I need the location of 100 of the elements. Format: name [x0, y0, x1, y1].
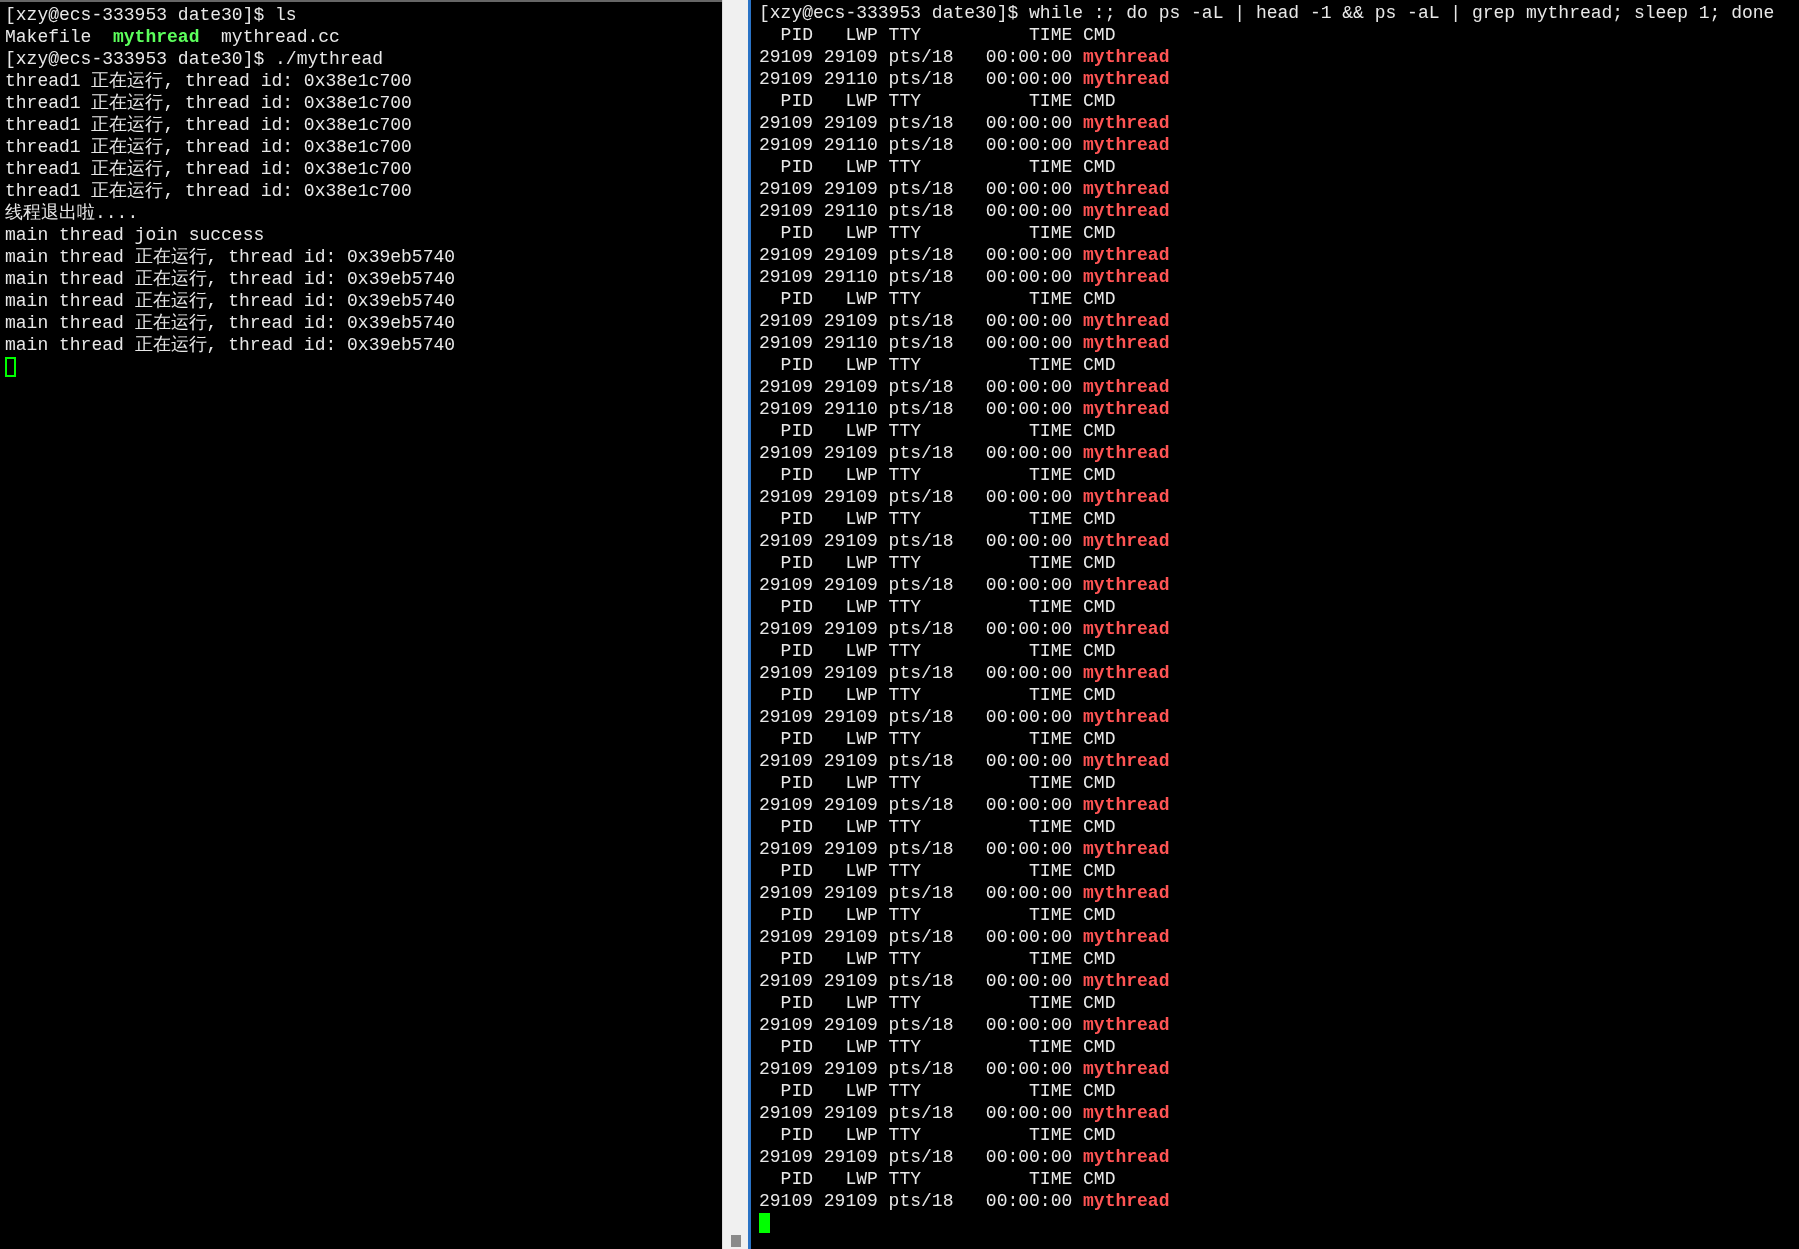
- terminal-text: PID LWP TTY TIME CMD: [779, 288, 1116, 310]
- terminal-text: 29109 29109 pts/18 00:00:00: [759, 970, 1074, 992]
- scrollbar-thumb[interactable]: [730, 1235, 741, 1247]
- process-name: mythread: [1083, 1190, 1170, 1212]
- terminal-text: 29109 29109 pts/18 00:00:00: [759, 310, 1074, 332]
- process-name: mythread: [1083, 244, 1170, 266]
- terminal-text: 29109 29109 pts/18 00:00:00: [759, 882, 1074, 904]
- terminal-text: thread1 正在运行, thread id: 0x38e1c700: [5, 92, 412, 114]
- terminal-text: 29109 29109 pts/18 00:00:00: [759, 46, 1074, 68]
- terminal-text: PID LWP TTY TIME CMD: [779, 596, 1116, 618]
- terminal-text: thread1 正在运行, thread id: 0x38e1c700: [5, 70, 412, 92]
- terminal-text: 29109 29110 pts/18 00:00:00: [759, 68, 1074, 90]
- process-name: mythread: [1083, 926, 1170, 948]
- terminal-text: PID LWP TTY TIME CMD: [779, 640, 1116, 662]
- terminal-text: 29109 29110 pts/18 00:00:00: [759, 134, 1074, 156]
- process-name: mythread: [1083, 332, 1170, 354]
- terminal-text: thread1 正在运行, thread id: 0x38e1c700: [5, 180, 412, 202]
- terminal-text: 29109 29109 pts/18 00:00:00: [759, 618, 1074, 640]
- process-name: mythread: [1083, 882, 1170, 904]
- process-name: mythread: [1083, 530, 1170, 552]
- terminal-text: PID LWP TTY TIME CMD: [779, 684, 1116, 706]
- terminal-text: 29109 29109 pts/18 00:00:00: [759, 574, 1074, 596]
- terminal-text: 29109 29109 pts/18 00:00:00: [759, 1058, 1074, 1080]
- process-name: mythread: [1083, 794, 1170, 816]
- scrollbar[interactable]: [722, 0, 748, 1249]
- terminal-text: PID LWP TTY TIME CMD: [779, 1168, 1116, 1190]
- terminal-text: 29109 29109 pts/18 00:00:00: [759, 838, 1074, 860]
- process-name: mythread: [1083, 706, 1170, 728]
- terminal-text: Makefile: [5, 26, 92, 48]
- process-name: mythread: [1083, 398, 1170, 420]
- terminal-text: main thread 正在运行, thread id: 0x39eb5740: [5, 268, 456, 290]
- terminal-text: 29109 29109 pts/18 00:00:00: [759, 750, 1074, 772]
- terminal-text: PID LWP TTY TIME CMD: [779, 904, 1116, 926]
- terminal-text: thread1 正在运行, thread id: 0x38e1c700: [5, 136, 412, 158]
- terminal-text: 29109 29110 pts/18 00:00:00: [759, 266, 1074, 288]
- terminal-text: 29109 29109 pts/18 00:00:00: [759, 112, 1074, 134]
- process-name: mythread: [1083, 662, 1170, 684]
- terminal-text: 29109 29109 pts/18 00:00:00: [759, 442, 1074, 464]
- terminal-text: main thread 正在运行, thread id: 0x39eb5740: [5, 312, 456, 334]
- process-name: mythread: [1083, 1102, 1170, 1124]
- terminal-text: [xzy@ecs-333953 date30]$ ls: [5, 4, 297, 26]
- process-name: mythread: [1083, 618, 1170, 640]
- terminal-text: 29109 29109 pts/18 00:00:00: [759, 1014, 1074, 1036]
- terminal-text: PID LWP TTY TIME CMD: [779, 464, 1116, 486]
- terminal-text: 29109 29109 pts/18 00:00:00: [759, 486, 1074, 508]
- terminal-text: PID LWP TTY TIME CMD: [779, 1080, 1116, 1102]
- process-name: mythread: [1083, 68, 1170, 90]
- terminal-text: main thread 正在运行, thread id: 0x39eb5740: [5, 334, 456, 356]
- process-name: mythread: [1083, 1146, 1170, 1168]
- terminal-text: PID LWP TTY TIME CMD: [779, 90, 1116, 112]
- process-name: mythread: [1083, 1014, 1170, 1036]
- process-name: mythread: [1083, 46, 1170, 68]
- terminal-text: 29109 29109 pts/18 00:00:00: [759, 1146, 1074, 1168]
- terminal-text: thread1 正在运行, thread id: 0x38e1c700: [5, 158, 412, 180]
- terminal-text: 29109 29110 pts/18 00:00:00: [759, 200, 1074, 222]
- terminal-text: PID LWP TTY TIME CMD: [779, 222, 1116, 244]
- terminal-text: [xzy@ecs-333953 date30]$ ./mythread: [5, 48, 384, 70]
- terminal-text: main thread 正在运行, thread id: 0x39eb5740: [5, 290, 456, 312]
- terminal-text: 29109 29109 pts/18 00:00:00: [759, 178, 1074, 200]
- process-name: mythread: [1083, 112, 1170, 134]
- process-name: mythread: [1083, 442, 1170, 464]
- terminal-text: 29109 29109 pts/18 00:00:00: [759, 1190, 1074, 1212]
- terminal-text: PID LWP TTY TIME CMD: [779, 552, 1116, 574]
- terminal-text: PID LWP TTY TIME CMD: [779, 992, 1116, 1014]
- terminal-text: thread1 正在运行, thread id: 0x38e1c700: [5, 114, 412, 136]
- process-name: mythread: [1083, 266, 1170, 288]
- process-name: mythread: [1083, 376, 1170, 398]
- terminal-text: 29109 29109 pts/18 00:00:00: [759, 376, 1074, 398]
- terminal-text: PID LWP TTY TIME CMD: [779, 1124, 1116, 1146]
- process-name: mythread: [1083, 574, 1170, 596]
- terminal-text: 线程退出啦....: [5, 202, 139, 224]
- process-name: mythread: [1083, 134, 1170, 156]
- terminal-text: 29109 29109 pts/18 00:00:00: [759, 1102, 1074, 1124]
- terminal-text: PID LWP TTY TIME CMD: [779, 24, 1116, 46]
- terminal-text: PID LWP TTY TIME CMD: [779, 816, 1116, 838]
- process-name: mythread: [1083, 750, 1170, 772]
- terminal-text: PID LWP TTY TIME CMD: [779, 772, 1116, 794]
- terminal-text: mythread.cc: [221, 26, 340, 48]
- terminal-text: PID LWP TTY TIME CMD: [779, 420, 1116, 442]
- terminal-text: 29109 29110 pts/18 00:00:00: [759, 398, 1074, 420]
- terminal-text: 29109 29109 pts/18 00:00:00: [759, 926, 1074, 948]
- terminal-text: 29109 29109 pts/18 00:00:00: [759, 706, 1074, 728]
- terminal-text: 29109 29109 pts/18 00:00:00: [759, 530, 1074, 552]
- terminal-text: 29109 29109 pts/18 00:00:00: [759, 662, 1074, 684]
- process-name: mythread: [1083, 310, 1170, 332]
- terminal-text: PID LWP TTY TIME CMD: [779, 156, 1116, 178]
- process-name: mythread: [1083, 178, 1170, 200]
- terminal-text: PID LWP TTY TIME CMD: [779, 1036, 1116, 1058]
- terminal-text: [xzy@ecs-333953 date30]$ while :; do ps -aL | head -1 && ps -aL | grep mythread; sleep 1; done: [759, 2, 1775, 24]
- terminal-text: 29109 29109 pts/18 00:00:00: [759, 794, 1074, 816]
- terminal-text: 29109 29110 pts/18 00:00:00: [759, 332, 1074, 354]
- process-name: mythread: [1083, 838, 1170, 860]
- terminal-text: PID LWP TTY TIME CMD: [779, 948, 1116, 970]
- terminal-text: 29109 29109 pts/18 00:00:00: [759, 244, 1074, 266]
- process-name: mythread: [1083, 486, 1170, 508]
- terminal-text: PID LWP TTY TIME CMD: [779, 860, 1116, 882]
- terminal-text: main thread join success: [5, 224, 265, 246]
- terminal-text: PID LWP TTY TIME CMD: [779, 728, 1116, 750]
- process-name: mythread: [1083, 970, 1170, 992]
- executable-name: mythread: [113, 26, 200, 48]
